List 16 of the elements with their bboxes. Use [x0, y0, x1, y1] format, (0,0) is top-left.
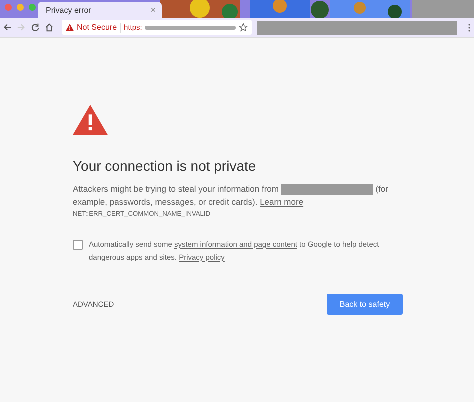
reload-icon[interactable]	[31, 23, 40, 32]
star-icon[interactable]	[239, 23, 248, 32]
home-icon[interactable]	[45, 23, 54, 32]
page-heading: Your connection is not private	[73, 158, 258, 174]
warning-message: Attackers might be trying to steal your information from (for example, passwords, messages, or credit cards). Learn more	[73, 183, 390, 209]
back-icon[interactable]	[3, 23, 12, 32]
menu-icon[interactable]	[468, 22, 471, 32]
warning-icon	[66, 24, 74, 31]
browser-tab[interactable]: Privacy error ×	[38, 2, 162, 18]
tab-close-button[interactable]: ×	[150, 6, 156, 14]
learn-more-link[interactable]: Learn more	[260, 197, 304, 207]
back-to-safety-button[interactable]: Back to safety	[327, 294, 403, 315]
warning-icon	[73, 105, 108, 135]
tab-title: Privacy error	[46, 6, 92, 14]
checkbox[interactable]	[73, 240, 83, 250]
security-label: Not Secure	[77, 23, 118, 32]
